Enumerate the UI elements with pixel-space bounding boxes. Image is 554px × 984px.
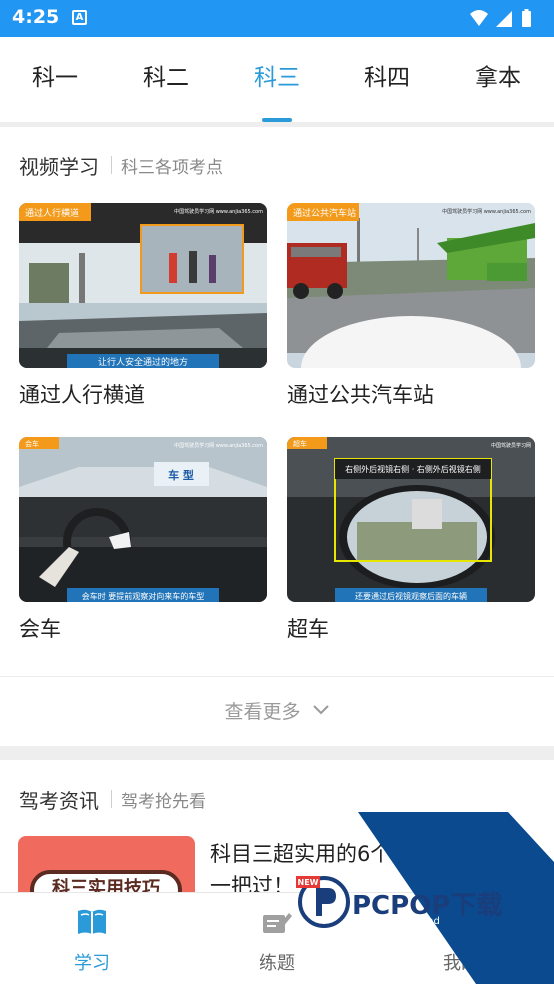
video-badge: 会车 xyxy=(25,439,39,448)
tab-get-license[interactable]: 拿本 xyxy=(443,37,553,122)
divider xyxy=(0,122,554,127)
video-watermark: 中国驾驶员学习网 www.anjia365.com xyxy=(174,442,263,449)
video-section-header: 视频学习 科三各项考点 xyxy=(19,150,223,180)
video-caption: 让行人安全通过的地方 xyxy=(98,356,188,368)
nav-item-study[interactable]: 学习 xyxy=(37,893,147,984)
video-badge: 超车 xyxy=(293,439,307,448)
wifi-icon xyxy=(470,10,488,26)
edit-icon xyxy=(263,913,292,933)
video-thumbnail[interactable]: 通过人行横道 让行人安全通过的地方 中国驾驶员学习网 www.anjia365.… xyxy=(19,203,267,368)
divider xyxy=(0,746,554,760)
video-badge: 通过人行横道 xyxy=(25,207,79,219)
section-title: 驾考资讯 xyxy=(19,788,99,813)
video-card-meeting[interactable]: 车 型 会车 会车时 要提前观察对向来车的车型 中国驾驶员学习网 www.anj… xyxy=(19,437,267,649)
video-thumbnail[interactable]: 右侧外后视镜右侧 · 右侧外后视镜右侧 超车 还要通过后视镜观察后面的车辆 中国… xyxy=(287,437,535,602)
section-subtitle: 驾考抢先看 xyxy=(121,791,206,812)
tab-subject-4[interactable]: 科四 xyxy=(332,37,442,122)
battery-icon xyxy=(522,11,531,27)
video-thumbnail[interactable]: 车 型 会车 会车时 要提前观察对向来车的车型 中国驾驶员学习网 www.anj… xyxy=(19,437,267,602)
news-thumbnail[interactable]: 科三实用技巧 xyxy=(18,836,195,894)
video-thumbnail[interactable]: 通过公共汽车站 中国驾驶员学习网 www.anjia365.com xyxy=(287,203,535,368)
video-watermark: 中国驾驶员学习网 www.anjia365.com xyxy=(174,208,263,215)
video-title: 通过人行横道 xyxy=(19,383,145,407)
video-watermark: 中国驾驶员学习网 xyxy=(491,442,531,449)
watermark-logo: NEW xyxy=(296,876,350,928)
nav-label: 练题 xyxy=(259,953,295,974)
section-title: 视频学习 xyxy=(19,154,99,179)
video-watermark: 中国驾驶员学习网 www.anjia365.com xyxy=(442,208,531,215)
chevron-down-icon xyxy=(312,704,329,714)
signal-icon xyxy=(496,11,512,27)
status-icons xyxy=(470,9,531,27)
see-more-button[interactable]: 查看更多 xyxy=(0,676,554,746)
video-title: 会车 xyxy=(19,617,61,641)
subject-tabs: 科一 科二 科三 科四 拿本 xyxy=(0,37,554,122)
video-overlay-text: 右侧外后视镜右侧 · 右侧外后视镜右侧 xyxy=(345,464,481,474)
status-bar: 4:25 A xyxy=(0,0,554,37)
section-subtitle: 科三各项考点 xyxy=(121,157,223,178)
watermark-new-badge: NEW xyxy=(298,878,319,887)
divider xyxy=(111,156,112,174)
tab-subject-3[interactable]: 科三 xyxy=(222,37,332,122)
video-badge: 通过公共汽车站 xyxy=(293,207,356,219)
watermark-sub: PCPOP Download xyxy=(354,916,440,927)
video-sign: 车 型 xyxy=(168,468,194,482)
status-time: 4:25 xyxy=(12,6,60,28)
video-caption: 会车时 要提前观察对向来车的车型 xyxy=(82,591,205,601)
video-title: 超车 xyxy=(287,617,329,641)
tab-subject-1[interactable]: 科一 xyxy=(0,37,110,122)
see-more-label: 查看更多 xyxy=(224,701,301,723)
divider xyxy=(111,790,112,808)
news-thumb-text: 科三实用技巧 xyxy=(30,870,182,894)
video-card-overtaking[interactable]: 右侧外后视镜右侧 · 右侧外后视镜右侧 超车 还要通过后视镜观察后面的车辆 中国… xyxy=(287,437,535,649)
video-card-crosswalk[interactable]: 通过人行横道 让行人安全通过的地方 中国驾驶员学习网 www.anjia365.… xyxy=(19,203,267,415)
video-title: 通过公共汽车站 xyxy=(287,383,434,407)
tab-subject-2[interactable]: 科二 xyxy=(111,37,221,122)
nav-label: 学习 xyxy=(74,953,110,974)
video-caption: 还要通过后视镜观察后面的车辆 xyxy=(355,591,467,601)
book-icon xyxy=(78,909,106,934)
news-section-header: 驾考资讯 驾考抢先看 xyxy=(19,784,206,814)
video-card-bus-stop[interactable]: 通过公共汽车站 中国驾驶员学习网 www.anjia365.com 通过公共汽车… xyxy=(287,203,535,415)
notification-icon: A xyxy=(72,10,87,25)
